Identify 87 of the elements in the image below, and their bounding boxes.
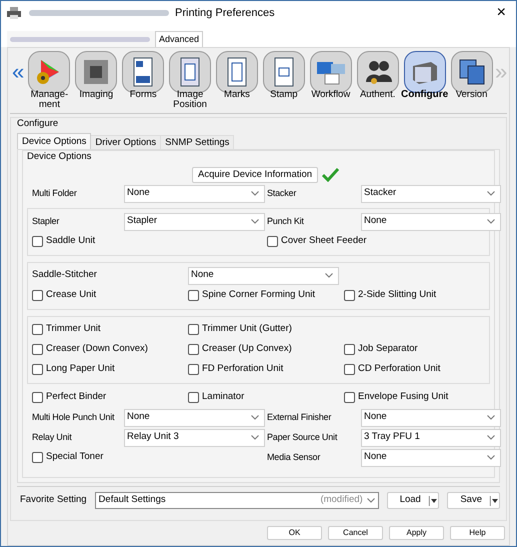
dropdown[interactable]: None [361, 212, 501, 230]
window-title: Printing Preferences [175, 6, 275, 21]
chevron-down-icon [325, 273, 333, 278]
chevron-down-icon [487, 191, 495, 196]
checkbox-label: Trimmer Unit [46, 322, 101, 336]
field-label: Multi Hole Punch Unit [32, 410, 116, 424]
checkbox-label: Cover Sheet Feeder [281, 234, 367, 248]
checkbox-label: Job Separator [358, 342, 418, 356]
group-title: Configure [17, 117, 60, 131]
dropdown[interactable]: 3 Tray PFU 1 [361, 428, 501, 446]
checkbox-label: Spine Corner Forming Unit [202, 288, 315, 302]
dropdown[interactable]: Stapler [124, 212, 265, 230]
field-label: Paper Source Unit [267, 430, 338, 444]
checkbox-label: Special Toner [46, 450, 104, 464]
checkbox[interactable] [188, 364, 199, 375]
dropdown-arrow-icon [429, 496, 438, 506]
checkbox-label: Creaser (Up Convex) [202, 342, 292, 356]
tab[interactable]: Driver Options [91, 135, 162, 150]
checkbox[interactable] [32, 236, 43, 247]
printer-icon [7, 7, 21, 19]
scroll-left-button[interactable]: « [12, 61, 26, 83]
dropdown[interactable]: None [361, 448, 501, 466]
chevron-down-icon [487, 415, 495, 420]
checkbox-label: Long Paper Unit [46, 362, 115, 376]
checkbox[interactable] [188, 290, 199, 301]
dropdown[interactable]: None [361, 408, 501, 426]
field-label: Stapler [32, 214, 60, 228]
checkbox-label: Laminator [202, 390, 244, 404]
checkbox[interactable] [32, 324, 43, 335]
dialog-button[interactable]: OK [267, 526, 322, 540]
dialog-button[interactable]: Help [450, 526, 505, 540]
section-title: Device Options [27, 150, 92, 164]
modified-note: (modified) [320, 493, 363, 508]
field-label: Relay Unit [32, 430, 73, 444]
dropdown[interactable]: Relay Unit 3 [124, 428, 265, 446]
field-label: Favorite Setting [20, 493, 87, 508]
checkbox-label: Perfect Binder [46, 390, 106, 404]
dropdown[interactable]: None [188, 266, 339, 284]
checkbox[interactable] [32, 392, 43, 403]
dialog-button[interactable]: Apply [389, 526, 444, 540]
dropdown-arrow-icon [490, 496, 498, 506]
checkbox[interactable] [344, 290, 355, 301]
checkbox[interactable] [32, 364, 43, 375]
checkbox[interactable] [344, 392, 355, 403]
tab[interactable]: Device Options [17, 133, 92, 150]
chevron-down-icon [487, 219, 495, 224]
field-label: Media Sensor [267, 450, 322, 464]
dropdown[interactable]: None [124, 408, 265, 426]
checkbox-label: FD Perforation Unit [202, 362, 284, 376]
checkbox[interactable] [344, 364, 355, 375]
split-button[interactable]: Save [447, 492, 500, 509]
checkbox[interactable] [32, 344, 43, 355]
field-label: Punch Kit [267, 214, 305, 228]
dialog-button[interactable]: Cancel [328, 526, 383, 540]
chevron-down-icon [251, 219, 259, 224]
dropdown[interactable]: Stacker [361, 184, 501, 202]
checkbox[interactable] [32, 452, 43, 463]
checkbox-label: Saddle Unit [46, 234, 96, 248]
checkbox[interactable] [267, 236, 278, 247]
dropdown[interactable]: None [124, 184, 265, 202]
chevron-down-icon [251, 191, 259, 196]
chevron-down-icon [487, 435, 495, 440]
checkbox[interactable] [188, 324, 199, 335]
checkbox[interactable] [344, 344, 355, 355]
checkbox-label: 2-Side Slitting Unit [358, 288, 436, 302]
dropdown[interactable]: Default Settings (modified) [94, 492, 379, 509]
tab[interactable]: SNMP Settings [161, 135, 234, 150]
field-label: Saddle-Stitcher [32, 268, 98, 282]
checkbox-label: Envelope Fusing Unit [358, 390, 448, 404]
field-label: Multi Folder [32, 186, 78, 200]
checkbox-label: CD Perforation Unit [358, 362, 440, 376]
checkbox[interactable] [32, 290, 43, 301]
checkbox[interactable] [188, 344, 199, 355]
field-label: External Finisher [267, 410, 332, 424]
checkbox[interactable] [188, 392, 199, 403]
tab[interactable]: Advanced [155, 31, 204, 47]
chevron-down-icon [251, 435, 259, 440]
checkbox-label: Trimmer Unit (Gutter) [202, 322, 292, 336]
checkbox-label: Creaser (Down Convex) [46, 342, 148, 356]
split-button[interactable]: Load [386, 492, 440, 509]
acquire-button[interactable]: Acquire Device Information [192, 166, 318, 182]
close-button[interactable]: × [496, 5, 510, 21]
chevron-down-icon [366, 498, 375, 503]
chevron-down-icon [251, 415, 259, 420]
chevron-down-icon [487, 455, 495, 460]
field-label: Stacker [267, 186, 298, 200]
checkbox-label: Crease Unit [46, 288, 96, 302]
